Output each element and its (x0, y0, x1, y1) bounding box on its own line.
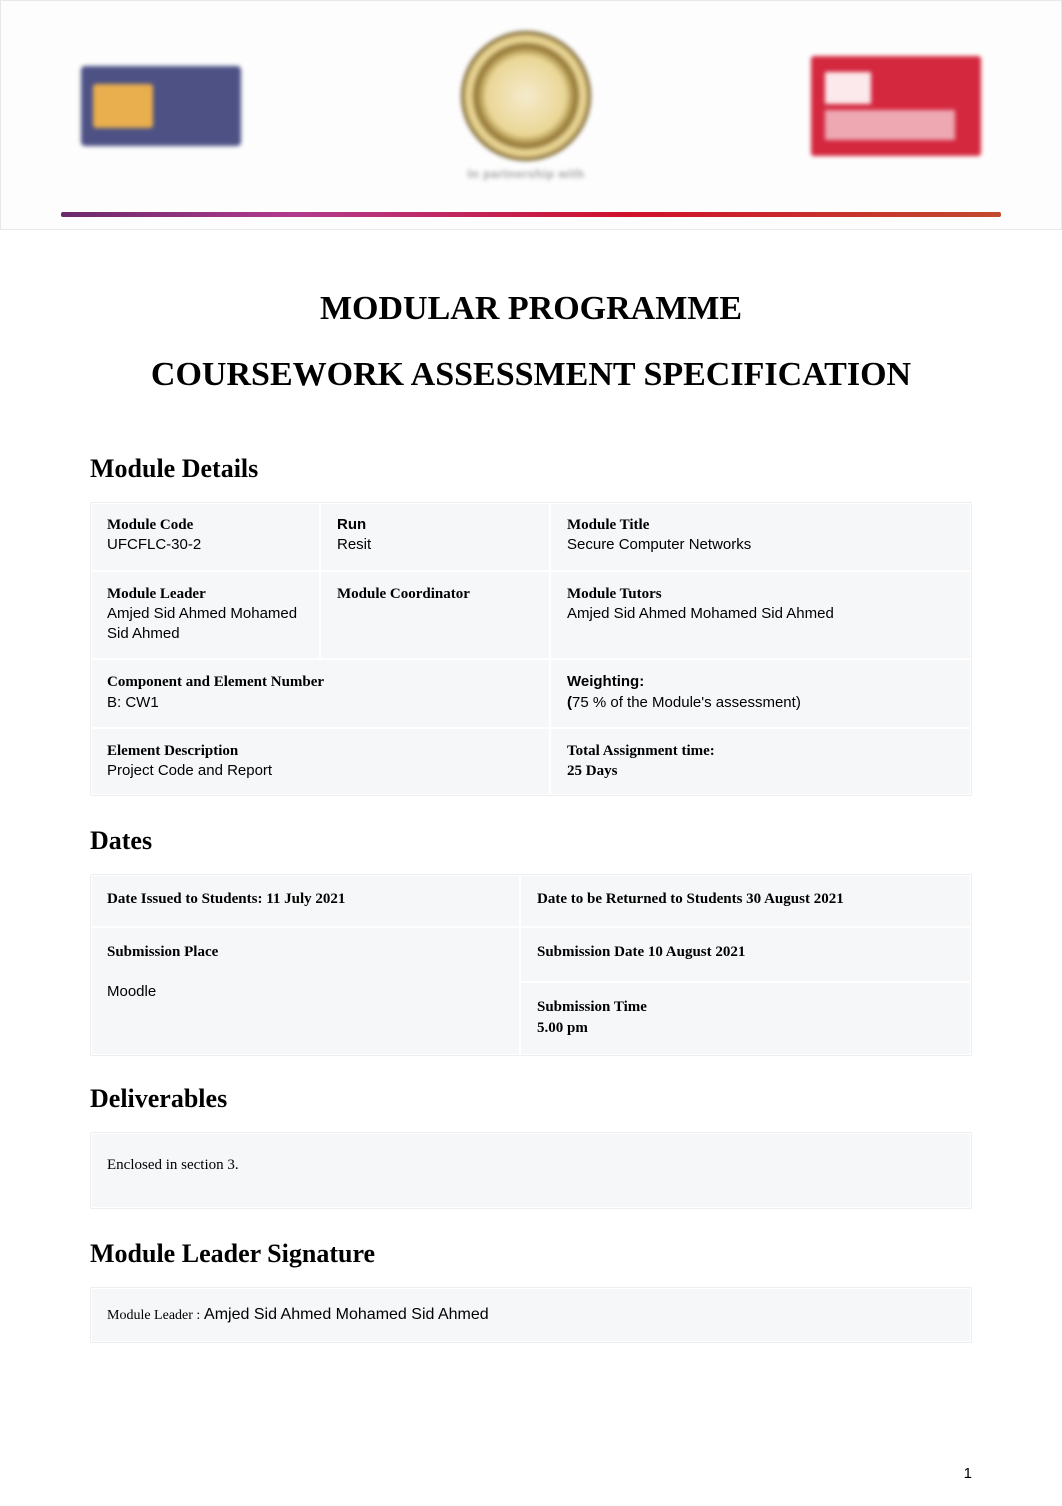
submission-time-value: 5.00 pm (537, 1020, 588, 1036)
component-label: Component and Element Number (107, 672, 533, 692)
module-coordinator-cell: Module Coordinator (321, 570, 551, 659)
deliverables-body: Enclosed in section 3. (107, 1157, 239, 1173)
module-tutors-cell: Module Tutors Amjed Sid Ahmed Mohamed Si… (551, 570, 971, 659)
module-code-value: UFCFLC-30-2 (107, 536, 201, 553)
submission-date-label: Submission Date (537, 944, 644, 960)
header-banner: In partnership with (0, 0, 1062, 230)
date-issued-value: 11 July 2021 (266, 891, 345, 907)
module-code-label: Module Code (107, 515, 303, 535)
submission-place-label: Submission Place (107, 942, 503, 963)
weighting-cell: Weighting: (75 % of the Module's assessm… (551, 658, 971, 727)
uwe-bristol-logo (801, 46, 991, 166)
run-cell: Run Resit (321, 503, 551, 570)
run-label: Run (337, 515, 533, 535)
gcet-logo (71, 56, 251, 156)
page-title-line2: COURSEWORK ASSESSMENT SPECIFICATION (90, 356, 972, 394)
module-title-value: Secure Computer Networks (567, 536, 751, 553)
signature-panel: Module Leader : Amjed Sid Ahmed Mohamed … (90, 1287, 972, 1343)
submission-time-label: Submission Time (537, 997, 955, 1018)
element-desc-value: Project Code and Report (107, 762, 272, 779)
date-issued-cell: Date Issued to Students: 11 July 2021 (91, 875, 521, 926)
dates-panel: Date Issued to Students: 11 July 2021 Da… (90, 874, 972, 1056)
date-returned-label: Date to be Returned to Students (537, 891, 742, 907)
submission-right-cell: Submission Date 10 August 2021 Submissio… (521, 926, 971, 1055)
component-cell: Component and Element Number B: CW1 (91, 658, 551, 727)
module-leader-value: Amjed Sid Ahmed Mohamed Sid Ahmed (107, 605, 297, 642)
total-time-label: Total Assignment time: (567, 741, 955, 761)
dates-heading: Dates (90, 826, 972, 856)
deliverables-heading: Deliverables (90, 1084, 972, 1114)
module-leader-label: Module Leader (107, 584, 303, 604)
submission-place-value: Moodle (107, 983, 156, 1000)
deliverables-panel: Enclosed in section 3. (90, 1132, 972, 1209)
element-desc-label: Element Description (107, 741, 533, 761)
module-tutors-value: Amjed Sid Ahmed Mohamed Sid Ahmed (567, 605, 834, 622)
submission-date-value: 10 August 2021 (648, 944, 746, 960)
component-value: B: CW1 (107, 694, 159, 711)
module-leader-cell: Module Leader Amjed Sid Ahmed Mohamed Si… (91, 570, 321, 659)
signature-heading: Module Leader Signature (90, 1239, 972, 1269)
page-title-line1: MODULAR PROGRAMME (90, 290, 972, 328)
total-time-value: 25 Days (567, 763, 617, 779)
total-time-cell: Total Assignment time: 25 Days (551, 727, 971, 796)
module-coordinator-label: Module Coordinator (337, 584, 533, 604)
module-details-heading: Module Details (90, 454, 972, 484)
partnership-caption: In partnership with (468, 167, 585, 181)
date-returned-value: 30 August 2021 (746, 891, 844, 907)
weighting-value: 75 % of the Module's assessment) (572, 694, 801, 711)
weighting-label: Weighting: (567, 672, 955, 692)
page-number: 1 (964, 1465, 972, 1482)
college-seal-logo: In partnership with (416, 21, 636, 191)
module-details-panel: Module Code UFCFLC-30-2 Run Resit Module… (90, 502, 972, 796)
submission-place-cell: Submission Place Moodle (91, 926, 521, 1055)
banner-divider (61, 212, 1001, 217)
element-desc-cell: Element Description Project Code and Rep… (91, 727, 551, 796)
module-tutors-label: Module Tutors (567, 584, 955, 604)
module-title-label: Module Title (567, 515, 955, 535)
module-title-cell: Module Title Secure Computer Networks (551, 503, 971, 570)
signature-value: Amjed Sid Ahmed Mohamed Sid Ahmed (204, 1306, 489, 1323)
module-code-cell: Module Code UFCFLC-30-2 (91, 503, 321, 570)
run-value: Resit (337, 536, 371, 553)
signature-label: Module Leader : (107, 1308, 200, 1323)
date-returned-cell: Date to be Returned to Students 30 Augus… (521, 875, 971, 926)
date-issued-label: Date Issued to Students: (107, 891, 262, 907)
